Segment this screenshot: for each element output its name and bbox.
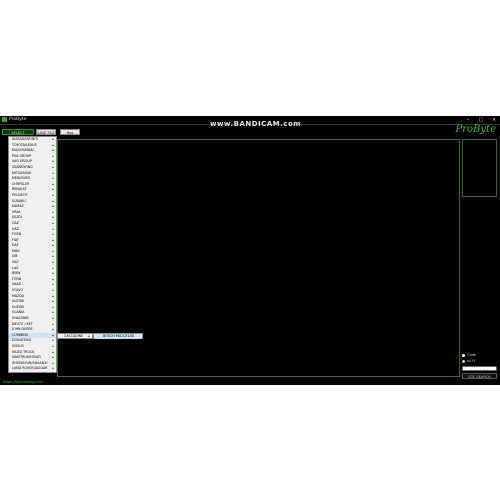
menu-item-label: ZHONGXUN/SHAANXI — [12, 360, 48, 365]
menu-item-label: TOYOTA/LEXUS — [12, 142, 37, 147]
menu-item-label: SSANGYONG — [12, 164, 33, 169]
save-file-button[interactable]: SAVE FILE — [36, 129, 56, 135]
chevron-right-icon: ▸ — [52, 366, 54, 371]
application-window: ProByte – □ ✕ www.BANDICAM.com SELECT EC… — [0, 116, 500, 385]
menu-item-label: SINOTRUK/HOWO — [12, 355, 42, 360]
maximize-button[interactable]: □ — [475, 116, 487, 124]
menu-item-label: SUZUKI — [12, 299, 25, 304]
menu-item-label: SHACMAN — [12, 316, 29, 320]
menu-item-label: FORD — [12, 276, 22, 281]
menu-item-label: FIAT — [12, 237, 19, 242]
submenu-item[interactable]: CASCADINE ▸ — [57, 333, 93, 339]
main-panel — [57, 139, 460, 377]
menu-item-label: GM — [12, 254, 18, 259]
preview-panel — [462, 139, 497, 197]
radio-code[interactable]: Code — [462, 353, 476, 358]
submenu-ecu: BOSCH MD1CE100 — [93, 333, 143, 339]
menu-item-label: MAN — [12, 248, 20, 253]
menu-item-label: SUBARU — [12, 198, 26, 203]
menu-item-label: UAZ — [12, 226, 19, 231]
menu-item-label: LAND ROVER/JAGUAR — [12, 366, 48, 371]
menu-item-label: SISSUS — [12, 343, 24, 348]
probyte-logo: ProByte — [455, 124, 496, 135]
menu-item-label: PEUGEOT — [12, 192, 28, 197]
menu-item-label: SCANIA — [12, 310, 25, 315]
radio-all[interactable]: all H — [462, 359, 475, 364]
menu-item-label: ISUZU TRUCK — [12, 349, 35, 354]
menu-item-label: VAAZ — [12, 282, 21, 287]
submenu-item-highlighted[interactable]: BOSCH MD1CE100 — [95, 334, 141, 339]
menu-item-label: BMW — [12, 271, 21, 276]
menu-item-label: FORD — [12, 232, 22, 237]
minimize-button[interactable]: – — [462, 116, 474, 124]
menu-item-label: MITSUBISHI — [12, 170, 32, 175]
menu-item-label: CUMMINS — [12, 332, 28, 337]
footer-link[interactable]: https://sellrucklog.com — [3, 380, 43, 384]
select-ecu-button[interactable]: SELECT ECU(ECU) — [2, 129, 34, 141]
menu-item-label: DAF — [12, 243, 19, 248]
menu-item[interactable]: LAND ROVER/JAGUAR ▸ — [9, 366, 56, 372]
radio-dot[interactable] — [462, 353, 465, 357]
radio-label: all H — [467, 359, 475, 363]
menu-item-label: DEUTZ / KET — [12, 321, 33, 326]
menu-item-label: ISUZU — [12, 215, 23, 220]
radio-dot[interactable] — [462, 359, 465, 363]
menu-item-label: KAMAZ — [12, 204, 24, 209]
menu-item-label: VAZ — [12, 260, 19, 265]
hex-viewer-button[interactable]: Hex Viewer — [60, 129, 80, 141]
menu-item-label: PSA GROUP — [12, 153, 32, 158]
menu-item-label: GAZ — [12, 220, 20, 225]
window-title: ProByte — [9, 117, 27, 122]
chevron-right-icon: ▸ — [88, 334, 90, 338]
menu-item-label: DONGFENG — [12, 338, 32, 343]
menu-item-label: NISSAN/INFINITI — [12, 137, 39, 141]
menu-item-label: URAL — [12, 209, 21, 214]
menu-item-label: SUZUKI — [12, 304, 25, 309]
ecu-brand-menu: NISSAN/INFINITI ▸ TOYOTA/LEXUS ▸ KIA/HYUNDAI… — [8, 136, 57, 373]
dtc-search-button[interactable]: DTC SEARCH — [462, 373, 497, 379]
menu-item-label: VOLVO — [12, 288, 24, 293]
watermark: www.BANDICAM.com — [210, 120, 302, 128]
radio-label: Code — [467, 353, 476, 357]
submenu-item-label: CASCADINE — [64, 334, 84, 338]
menu-item-label: CHRYSLER — [12, 181, 30, 186]
menu-item-label: MAZDA — [12, 293, 25, 298]
menu-item-label: RENAULT — [12, 187, 27, 192]
menu-item-label: KIA/HYUNDAI — [12, 148, 34, 153]
menu-item-label: MERCEDES — [12, 176, 31, 181]
menu-item-label: LAZ — [12, 265, 19, 270]
close-button[interactable]: ✕ — [488, 116, 500, 124]
menu-item-label: VAG GROUP — [12, 159, 32, 164]
menu-item-label: JOHN DEERE — [12, 327, 33, 332]
app-icon — [2, 117, 7, 122]
dtc-search-input[interactable] — [462, 366, 497, 371]
